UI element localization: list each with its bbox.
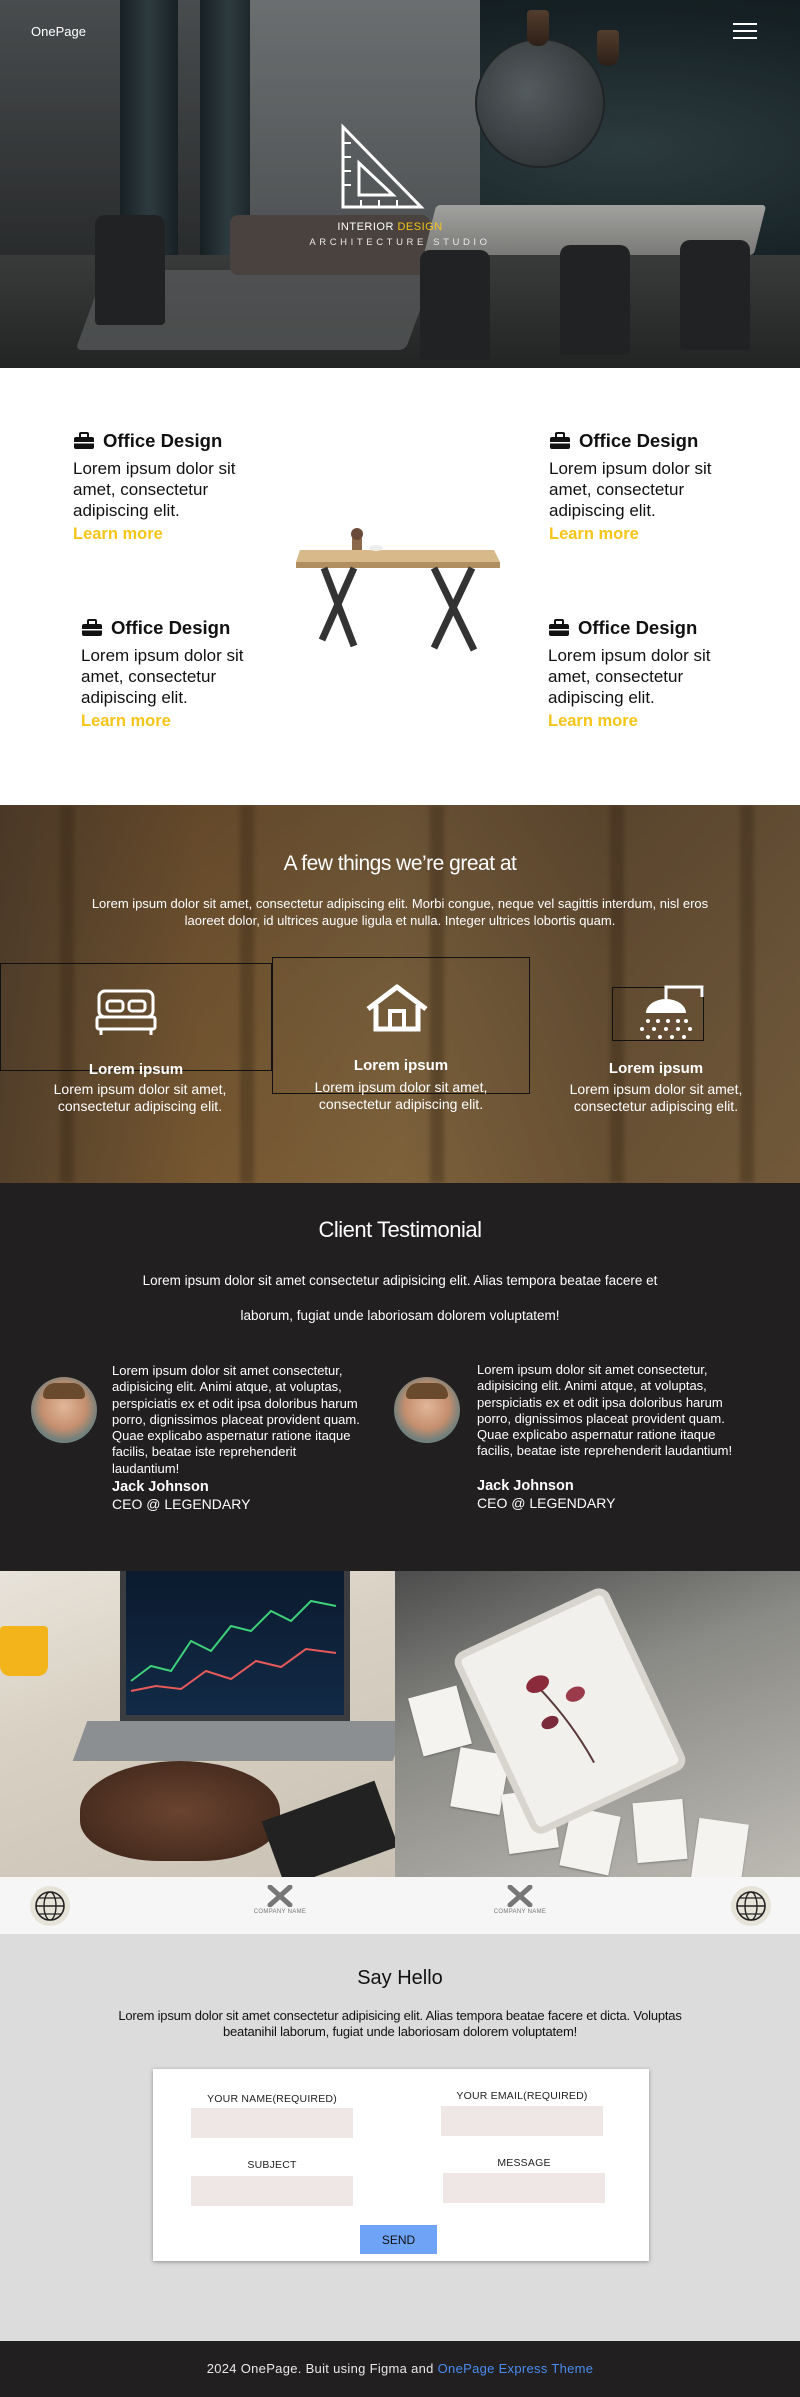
service-description: Lorem ipsum dolor sit amet, consectetur … — [548, 646, 711, 707]
service-card: Office Design Lorem ipsum dolor sit amet… — [73, 430, 263, 544]
logo-subtitle: ARCHITECTURE STUDIO — [309, 237, 491, 248]
avatar — [31, 1377, 97, 1443]
globe-icon — [35, 1891, 65, 1921]
feature-card: Lorem ipsum Lorem ipsum dolor sit amet, … — [540, 957, 772, 1127]
company-mark-icon — [267, 1884, 293, 1908]
service-card: Office Design Lorem ipsum dolor sit amet… — [81, 617, 271, 731]
feature-name: Lorem ipsum — [353, 1057, 449, 1074]
message-label: MESSAGE — [497, 2157, 551, 2169]
contact-subtitle: Lorem ipsum dolor sit amet consectetur a… — [118, 2008, 682, 2039]
subject-field[interactable] — [191, 2176, 353, 2206]
service-description: Lorem ipsum dolor sit amet, consectetur … — [549, 459, 712, 520]
menu-icon[interactable] — [733, 23, 757, 44]
email-label: YOUR EMAIL(REQUIRED) — [456, 2090, 588, 2102]
name-label: YOUR NAME(REQUIRED) — [207, 2093, 337, 2105]
briefcase-icon — [82, 619, 102, 636]
contact-section: Say Hello Lorem ipsum dolor sit amet con… — [0, 1934, 800, 2341]
feature-description: Lorem ipsum dolor sit amet, consectetur … — [53, 1081, 227, 1114]
feature-card: Lorem ipsum Lorem ipsum dolor sit amet, … — [272, 957, 530, 1127]
service-card: Office Design Lorem ipsum dolor sit amet… — [549, 430, 739, 544]
footer: 2024 OnePage. Buit using Figma and OnePa… — [0, 2341, 800, 2397]
briefcase-icon — [74, 432, 94, 449]
feature-name: Lorem ipsum — [88, 1061, 184, 1078]
feature-card: Lorem ipsum Lorem ipsum dolor sit amet, … — [0, 957, 272, 1117]
feature-description: Lorem ipsum dolor sit amet, consectetur … — [569, 1081, 743, 1114]
subject-label: SUBJECT — [247, 2159, 297, 2171]
feature-name: Lorem ipsum — [608, 1060, 704, 1077]
service-card: Office Design Lorem ipsum dolor sit amet… — [548, 617, 738, 731]
logo-word-design: DESIGN — [397, 221, 443, 233]
learn-more-link[interactable]: Learn more — [549, 525, 639, 544]
globe-icon — [736, 1891, 766, 1921]
testimonial-quote: Lorem ipsum dolor sit amet consectetur, … — [112, 1363, 360, 1476]
paper-card — [632, 1798, 688, 1864]
avatar — [394, 1377, 460, 1443]
feature-description: Lorem ipsum dolor sit amet, consectetur … — [314, 1079, 488, 1112]
hero-section: OnePage INTERIOR DESIGN ARCHITECTURE STU… — [0, 0, 800, 368]
testimonial-name: Jack Johnson — [112, 1479, 209, 1495]
testimonial-subtitle: Lorem ipsum dolor sit amet consectetur a… — [142, 1273, 658, 1323]
briefcase-icon — [550, 432, 570, 449]
features-section: A few things we’re great at Lorem ipsum … — [0, 805, 800, 1183]
service-description: Lorem ipsum dolor sit amet, consectetur … — [73, 459, 236, 520]
paper-card — [691, 1817, 749, 1877]
learn-more-link[interactable]: Learn more — [81, 712, 171, 731]
calculator — [261, 1780, 395, 1877]
brand-name[interactable]: OnePage — [31, 24, 86, 39]
company-name: COMPANY NAME — [493, 1909, 547, 1915]
testimonial-name: Jack Johnson — [477, 1478, 574, 1494]
send-button[interactable]: SEND — [360, 2225, 437, 2254]
shower-icon — [640, 985, 704, 1039]
contact-title: Say Hello — [357, 1967, 443, 1989]
gallery-section — [0, 1571, 800, 1877]
paper-card — [408, 1685, 472, 1757]
contact-form: YOUR NAME(REQUIRED) YOUR EMAIL(REQUIRED)… — [153, 2069, 649, 2261]
testimonial-role: CEO @ LEGENDARY — [112, 1496, 251, 1512]
services-section: Office Design Lorem ipsum dolor sit amet… — [0, 368, 800, 805]
footer-text: 2024 OnePage. Buit using Figma and — [206, 2361, 434, 2376]
bed-icon — [95, 989, 157, 1035]
features-title: A few things we’re great at — [283, 852, 517, 875]
testimonial-role: CEO @ LEGENDARY — [477, 1495, 616, 1511]
testimonial-quote: Lorem ipsum dolor sit amet consectetur, … — [477, 1362, 733, 1459]
email-field[interactable] — [441, 2106, 603, 2136]
mug — [0, 1626, 48, 1676]
service-title: Office Design — [578, 617, 698, 638]
service-title: Office Design — [579, 430, 699, 451]
wooden-table-image — [296, 528, 500, 652]
laptop-screen — [120, 1571, 350, 1721]
message-field[interactable] — [443, 2173, 605, 2203]
globe-logo — [30, 1886, 70, 1926]
clasped-hands — [80, 1761, 280, 1861]
briefcase-icon — [549, 619, 569, 636]
learn-more-link[interactable]: Learn more — [548, 712, 638, 731]
footer-theme-link[interactable]: OnePage Express Theme — [438, 2361, 594, 2376]
testimonial-title: Client Testimonial — [318, 1217, 482, 1242]
logo-title: INTERIOR DESIGN — [300, 221, 480, 233]
service-title: Office Design — [111, 617, 231, 638]
service-description: Lorem ipsum dolor sit amet, consectetur … — [81, 646, 244, 707]
globe-logo — [731, 1886, 771, 1926]
company-logo: COMPANY NAME — [250, 1884, 310, 1915]
testimonial-section: Client Testimonial Lorem ipsum dolor sit… — [0, 1183, 800, 1571]
tablet-drawing-photo — [395, 1571, 800, 1877]
laptop-trading-photo — [0, 1571, 395, 1877]
company-mark-icon — [507, 1884, 533, 1908]
company-name: COMPANY NAME — [253, 1909, 307, 1915]
company-logo: COMPANY NAME — [490, 1884, 550, 1915]
home-icon — [366, 984, 428, 1032]
partners-strip: COMPANY NAME COMPANY NAME — [0, 1877, 800, 1934]
features-subtitle: Lorem ipsum dolor sit amet, consectetur … — [91, 896, 709, 928]
set-square-logo-icon — [341, 123, 425, 209]
service-title: Office Design — [103, 430, 223, 451]
logo-word-interior: INTERIOR — [337, 221, 394, 233]
laptop-keyboard — [72, 1721, 395, 1761]
name-field[interactable] — [191, 2108, 353, 2138]
learn-more-link[interactable]: Learn more — [73, 525, 163, 544]
